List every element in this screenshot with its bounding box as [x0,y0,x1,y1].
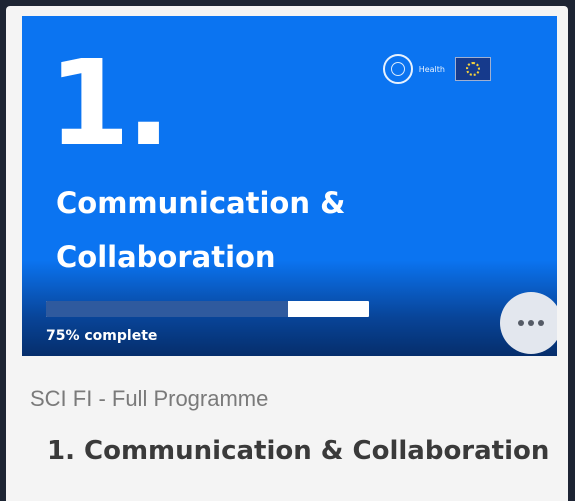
course-category: SCI FI - Full Programme [30,386,269,411]
more-horizontal-icon-dot [518,320,524,326]
progress-bar [46,301,369,317]
course-title-link[interactable]: 1. Communication & Collaboration [47,436,549,466]
course-card[interactable]: 1. Communication & Collaboration Health … [6,6,568,501]
more-horizontal-icon-dot [528,320,534,326]
sponsor-logos: Health ​ [382,54,541,84]
banner-number: 1. [48,34,171,172]
eu-caption-text: ​ [501,66,541,72]
eu-stars-icon [466,62,480,76]
eu-flag-icon [455,57,491,81]
more-options-button[interactable] [500,292,557,354]
banner-title: Communication & Collaboration [56,186,346,274]
progress-label: 75% complete [46,328,158,344]
course-banner-image[interactable]: 1. Communication & Collaboration Health … [22,16,557,356]
eit-health-logo-icon [382,54,413,84]
more-horizontal-icon-dot [538,320,544,326]
eit-health-logo-text: Health [418,64,445,74]
progress-bar-fill [46,301,289,317]
